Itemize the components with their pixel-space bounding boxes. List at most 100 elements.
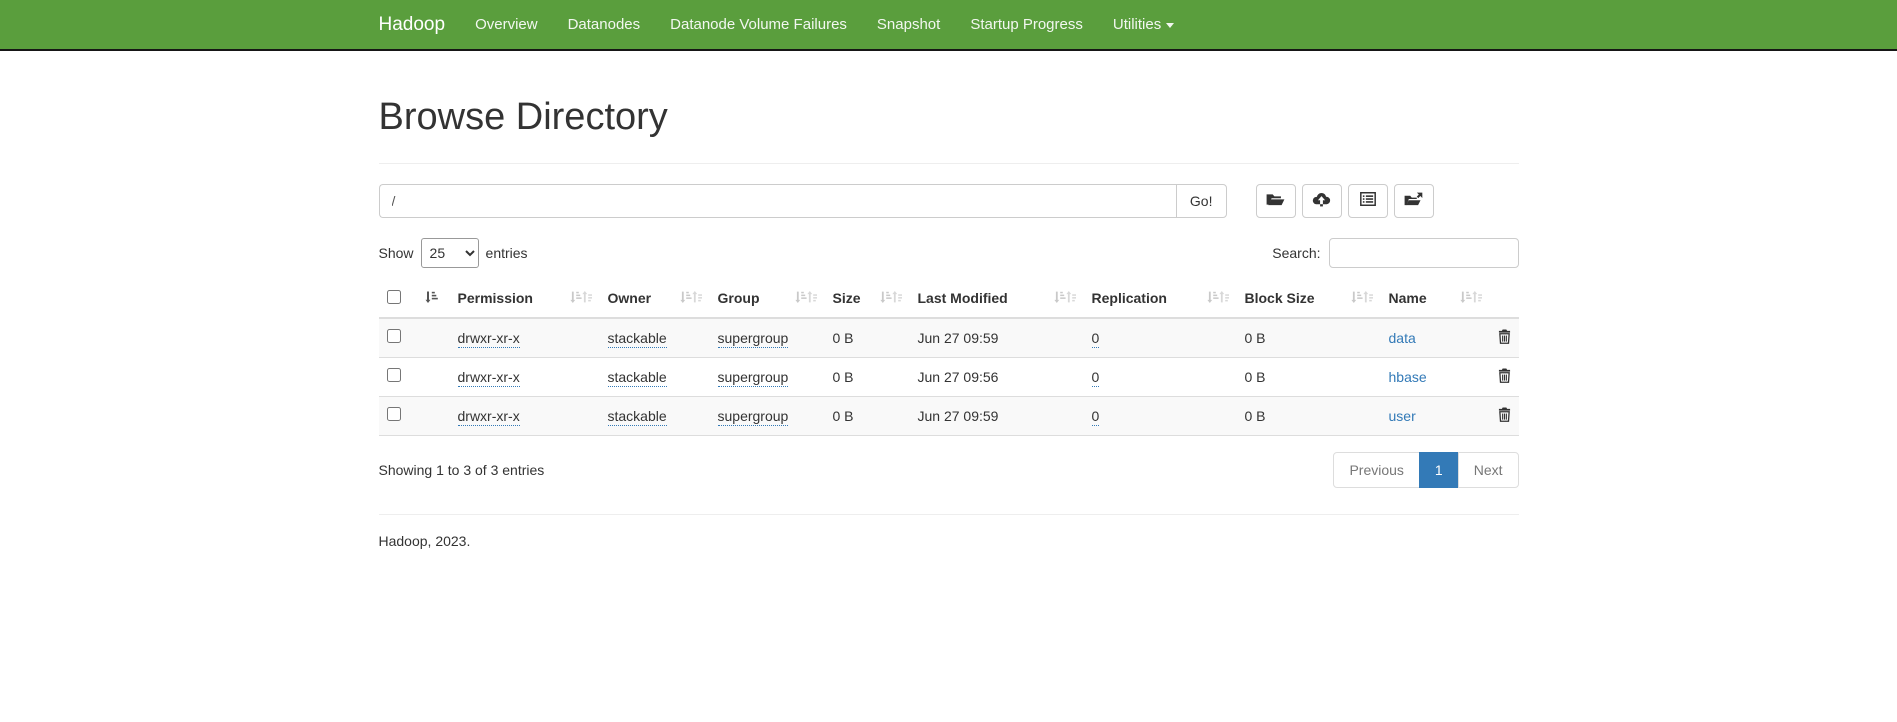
column-label: Group [718, 290, 760, 306]
table-header-row: Permission Owner Group Size Last Modifie… [379, 280, 1519, 318]
group-cell[interactable]: supergroup [718, 408, 789, 426]
pagination: Previous 1 Next [1333, 452, 1518, 488]
row-checkbox[interactable] [387, 407, 401, 421]
column-label: Block Size [1245, 290, 1315, 306]
delete-button[interactable] [1498, 407, 1511, 422]
trash-icon [1498, 332, 1511, 347]
owner-cell[interactable]: stackable [608, 330, 667, 348]
column-header-block-size[interactable]: Block Size [1237, 280, 1381, 318]
delete-button[interactable] [1498, 329, 1511, 344]
search-control: Search: [1272, 238, 1518, 268]
pagination-page-1[interactable]: 1 [1420, 452, 1459, 488]
directory-link[interactable]: data [1389, 330, 1416, 346]
nav-item-datanodes[interactable]: Datanodes [553, 16, 656, 33]
replication-cell[interactable]: 0 [1092, 408, 1100, 426]
permission-cell[interactable]: drwxr-xr-x [458, 369, 520, 387]
column-label: Size [833, 290, 861, 306]
column-header-owner[interactable]: Owner [600, 280, 710, 318]
nav-item-utilities-dropdown[interactable]: Utilities [1098, 16, 1189, 33]
pagination-next[interactable]: Next [1459, 452, 1519, 488]
column-header-permission[interactable]: Permission [450, 280, 600, 318]
column-label: Owner [608, 290, 652, 306]
sort-icon [570, 290, 592, 306]
path-input-group: Go! [379, 184, 1227, 218]
row-checkbox[interactable] [387, 329, 401, 343]
directory-link[interactable]: user [1389, 408, 1416, 424]
page-header: Browse Directory [379, 97, 1519, 164]
size-cell: 0 B [833, 408, 854, 424]
path-bar: Go! [379, 184, 1519, 218]
block-size-cell: 0 B [1245, 408, 1266, 424]
column-header-name[interactable]: Name [1381, 280, 1490, 318]
column-header-last-modified[interactable]: Last Modified [910, 280, 1084, 318]
trash-icon [1498, 371, 1511, 386]
column-label: Name [1389, 290, 1427, 306]
directory-link[interactable]: hbase [1389, 369, 1427, 385]
search-input[interactable] [1329, 238, 1519, 268]
caret-down-icon [1166, 23, 1174, 28]
size-cell: 0 B [833, 330, 854, 346]
delete-button[interactable] [1498, 368, 1511, 383]
replication-cell[interactable]: 0 [1092, 330, 1100, 348]
permission-cell[interactable]: drwxr-xr-x [458, 408, 520, 426]
nav-item-overview[interactable]: Overview [460, 16, 553, 33]
create-directory-button[interactable] [1256, 184, 1296, 218]
sort-icon [680, 290, 702, 306]
path-input[interactable] [379, 184, 1176, 218]
sort-icon [1460, 290, 1482, 306]
top-navbar: Hadoop Overview Datanodes Datanode Volum… [0, 0, 1897, 51]
sort-icon [795, 290, 817, 306]
footer-divider [379, 514, 1519, 515]
page-length-control: Show 25 entries [379, 238, 528, 268]
column-header-actions [1490, 280, 1519, 318]
nav-item-startup-progress[interactable]: Startup Progress [955, 16, 1098, 33]
modified-cell: Jun 27 09:59 [918, 408, 999, 424]
folder-open-icon [1266, 192, 1285, 210]
move-directory-button[interactable] [1394, 184, 1434, 218]
modified-cell: Jun 27 09:56 [918, 369, 999, 385]
table-row: drwxr-xr-x stackable supergroup 0 B Jun … [379, 396, 1519, 435]
show-label: Show [379, 245, 414, 261]
search-label: Search: [1272, 245, 1320, 261]
list-alt-icon [1360, 192, 1376, 209]
go-button[interactable]: Go! [1176, 184, 1227, 218]
entries-summary: Showing 1 to 3 of 3 entries [379, 462, 545, 478]
modified-cell: Jun 27 09:59 [918, 330, 999, 346]
utilities-label: Utilities [1113, 16, 1161, 33]
group-cell[interactable]: supergroup [718, 369, 789, 387]
sort-icon [1351, 290, 1373, 306]
trash-icon [1498, 410, 1511, 425]
navbar-brand[interactable]: Hadoop [379, 14, 461, 36]
nav-item-snapshot[interactable]: Snapshot [862, 16, 955, 33]
list-alt-button[interactable] [1348, 184, 1388, 218]
block-size-cell: 0 B [1245, 330, 1266, 346]
select-all-header[interactable] [379, 280, 450, 318]
column-label: Permission [458, 290, 533, 306]
permission-cell[interactable]: drwxr-xr-x [458, 330, 520, 348]
sort-icon [880, 290, 902, 306]
table-row: drwxr-xr-x stackable supergroup 0 B Jun … [379, 357, 1519, 396]
pagination-previous[interactable]: Previous [1333, 452, 1419, 488]
replication-cell[interactable]: 0 [1092, 369, 1100, 387]
table-footer: Showing 1 to 3 of 3 entries Previous 1 N… [379, 452, 1519, 488]
owner-cell[interactable]: stackable [608, 408, 667, 426]
group-cell[interactable]: supergroup [718, 330, 789, 348]
size-cell: 0 B [833, 369, 854, 385]
table-row: drwxr-xr-x stackable supergroup 0 B Jun … [379, 318, 1519, 358]
directory-table: Permission Owner Group Size Last Modifie… [379, 280, 1519, 436]
nav-item-datanode-volume-failures[interactable]: Datanode Volume Failures [655, 16, 862, 33]
explorer-toolbar [1256, 184, 1434, 218]
page-title: Browse Directory [379, 97, 1519, 139]
owner-cell[interactable]: stackable [608, 369, 667, 387]
upload-files-button[interactable] [1302, 184, 1342, 218]
page-length-select[interactable]: 25 [421, 238, 479, 268]
footer-text: Hadoop, 2023. [379, 533, 1519, 549]
column-header-group[interactable]: Group [710, 280, 825, 318]
select-all-checkbox[interactable] [387, 290, 401, 304]
column-header-size[interactable]: Size [825, 280, 910, 318]
column-label: Replication [1092, 290, 1167, 306]
entries-label: entries [486, 245, 528, 261]
column-header-replication[interactable]: Replication [1084, 280, 1237, 318]
row-checkbox[interactable] [387, 368, 401, 382]
sort-icon [1207, 290, 1229, 306]
